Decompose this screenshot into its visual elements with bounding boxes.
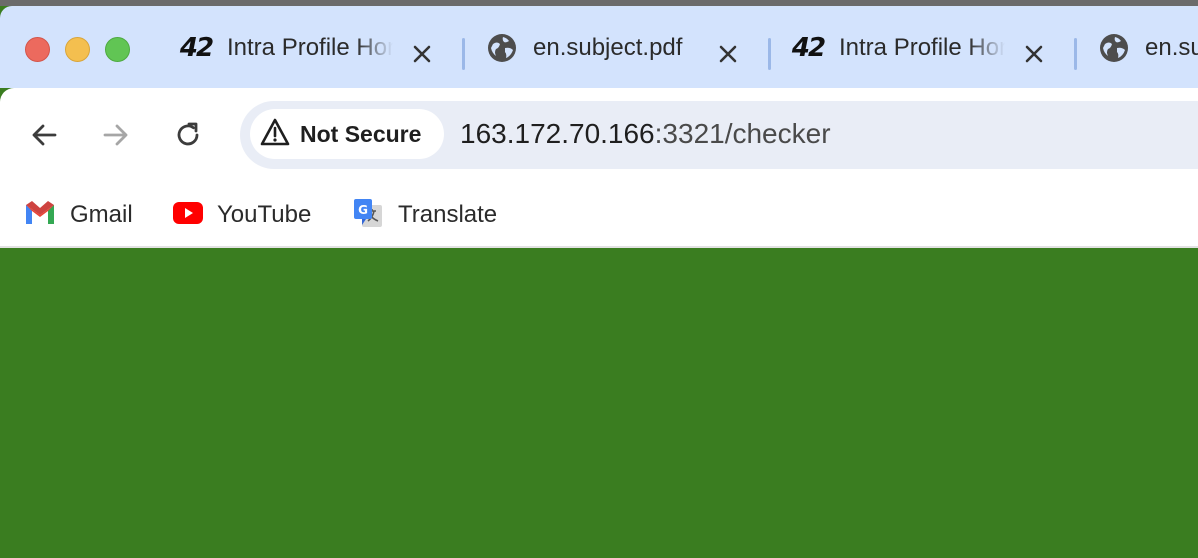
google-translate-icon: G <box>352 197 384 234</box>
url-text[interactable]: 163.172.70.166:3321/checker <box>460 118 831 150</box>
tab-title: Intra Profile Home <box>227 34 393 61</box>
window-close-button[interactable] <box>25 37 50 62</box>
bookmark-label: Gmail <box>70 201 133 228</box>
close-icon[interactable] <box>1024 34 1044 74</box>
url-path: :3321/checker <box>654 118 831 149</box>
bookmarks-bar: Gmail YouTube G Translate <box>0 182 1198 248</box>
reload-icon[interactable] <box>171 118 205 152</box>
tab-subject-pdf-2[interactable]: en.subject.pdf <box>1098 28 1198 68</box>
arrow-right-icon[interactable] <box>99 118 133 152</box>
svg-text:G: G <box>358 203 368 217</box>
page-content <box>0 250 1198 558</box>
address-bar[interactable]: Not Secure 163.172.70.166:3321/checker <box>240 101 1198 169</box>
url-host: 163.172.70.166 <box>460 118 655 149</box>
bookmark-label: Translate <box>398 201 498 228</box>
bookmark-translate[interactable]: G Translate <box>352 192 497 238</box>
gmail-icon <box>24 200 56 231</box>
tab-separator <box>1074 38 1077 70</box>
bookmark-label: YouTube <box>217 201 312 228</box>
warning-icon <box>260 118 290 151</box>
bookmark-gmail[interactable]: Gmail <box>24 192 133 238</box>
browser-toolbar: Not Secure 163.172.70.166:3321/checker <box>0 88 1198 182</box>
42-logo-icon: 42 <box>179 33 214 63</box>
tab-separator <box>768 38 771 70</box>
tab-title: en.subject.pdf <box>1145 34 1198 61</box>
tab-subject-pdf-1[interactable]: en.subject.pdf <box>486 28 709 68</box>
42-logo-icon: 42 <box>791 33 826 63</box>
bookmark-youtube[interactable]: YouTube <box>173 192 311 238</box>
globe-icon <box>1098 32 1130 64</box>
tab-title: en.subject.pdf <box>533 34 683 61</box>
tab-strip: 42 Intra Profile Home en.subject.pdf 42 … <box>0 6 1198 88</box>
security-label: Not Secure <box>300 120 422 147</box>
security-indicator[interactable]: Not Secure <box>250 109 444 159</box>
tab-title: Intra Profile Home <box>839 34 1005 61</box>
globe-icon <box>486 32 518 64</box>
arrow-left-icon[interactable] <box>27 118 61 152</box>
close-icon[interactable] <box>412 34 432 74</box>
window-maximize-button[interactable] <box>105 37 130 62</box>
tab-intra-profile-1[interactable]: 42 Intra Profile Home <box>180 28 393 68</box>
close-icon[interactable] <box>718 34 738 74</box>
window-minimize-button[interactable] <box>65 37 90 62</box>
tab-separator <box>462 38 465 70</box>
youtube-icon <box>173 201 203 229</box>
tab-intra-profile-2[interactable]: 42 Intra Profile Home <box>792 28 1005 68</box>
